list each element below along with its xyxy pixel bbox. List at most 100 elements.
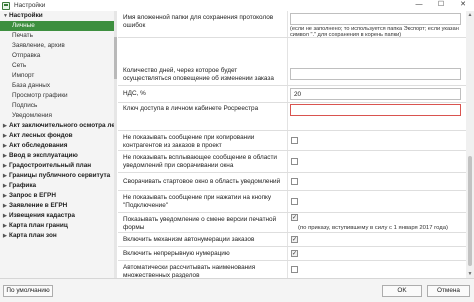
copy-contractors-checkbox[interactable]	[291, 137, 298, 144]
continuous-numbering-checkbox[interactable]: ✓	[291, 250, 298, 257]
settings-scrollbar[interactable]: ▲ ▼	[466, 11, 474, 278]
maximize-icon[interactable]: ☐	[430, 0, 452, 11]
chevron-right-icon[interactable]: ▶	[3, 151, 7, 161]
sidebar-item-label: Извещения кадастра	[9, 212, 75, 219]
setting-row-rosreestr-key: Ключ доступа в личном кабинете Росреестр…	[118, 103, 466, 131]
print-version-checkbox[interactable]: ✓	[291, 214, 298, 221]
sidebar-item[interactable]: Просмотр графики	[0, 91, 116, 101]
setting-label: Не показывать сообщение при копировании …	[123, 134, 255, 149]
auto-sections-checkbox[interactable]	[291, 266, 298, 273]
setting-row-minimize-start: Сворачивать стартовое окно в область уве…	[118, 173, 466, 191]
setting-label: Включить непрерывную нумерацию	[123, 250, 230, 257]
vat-input[interactable]	[290, 88, 461, 100]
sidebar-group[interactable]: ▶ Градостроительный план	[0, 161, 116, 171]
dialog-footer: По умолчанию OK Отмена	[0, 278, 474, 302]
chevron-down-icon[interactable]: ▼	[3, 11, 8, 21]
chevron-right-icon[interactable]: ▶	[3, 211, 7, 221]
sidebar-item-label: Импорт	[12, 72, 35, 79]
notify-days-input[interactable]	[290, 68, 461, 80]
sidebar-group[interactable]: ▶ Запрос в ЕГРН	[0, 191, 116, 201]
sidebar-item-label: Уведомления	[12, 112, 52, 119]
sidebar-group[interactable]: ▶ Заявление в ЕГРН	[0, 201, 116, 211]
minimize-start-checkbox[interactable]	[291, 178, 298, 185]
sidebar-item-label: Акт лесных фондов	[9, 132, 73, 139]
sidebar-item[interactable]: База данных	[0, 81, 116, 91]
chevron-right-icon[interactable]: ▶	[3, 131, 7, 141]
setting-label: НДС, %	[123, 90, 146, 97]
setting-label: Количество дней, через которое будет осу…	[123, 67, 274, 82]
connect-msg-checkbox[interactable]	[291, 198, 298, 205]
minimize-icon[interactable]: —	[408, 0, 430, 11]
sidebar-item-label: Печать	[12, 32, 33, 39]
setting-label: Сворачивать стартовое окно в область уве…	[123, 178, 281, 185]
sidebar-group[interactable]: ▶ Ввод в эксплуатацию	[0, 151, 116, 161]
close-icon[interactable]: ✕	[452, 0, 474, 11]
ok-button[interactable]: OK	[382, 285, 422, 297]
sidebar-group[interactable]: ▶ Карта план зон	[0, 231, 116, 241]
chevron-right-icon[interactable]: ▶	[3, 201, 7, 211]
sidebar-item-label: Акт заключительного осмотра лесосек	[9, 122, 116, 129]
sidebar-scrollbar[interactable]	[114, 11, 117, 278]
chevron-right-icon[interactable]: ▶	[3, 171, 7, 181]
sidebar-item-label: Личные	[12, 22, 35, 29]
sidebar-group[interactable]: ▶ Границы публичного сервитута	[0, 171, 116, 181]
settings-sidebar: ▼ Настройки Личные Печать Заявление, архив От…	[0, 11, 117, 278]
setting-row-connect-msg: Не показывать сообщение при нажатии на к…	[118, 191, 466, 213]
sidebar-item[interactable]: Уведомления	[0, 111, 116, 121]
sidebar-item[interactable]: Подпись	[0, 101, 116, 111]
setting-label: Показывать уведомление о смене версии пе…	[123, 216, 277, 231]
sidebar-group[interactable]: ▶ Акт лесных фондов	[0, 131, 116, 141]
sidebar-group[interactable]: ▶ Извещения кадастра	[0, 211, 116, 221]
setting-label: Не показывать сообщение при нажатии на к…	[123, 194, 272, 209]
sidebar-item-label: Запрос в ЕГРН	[9, 192, 56, 199]
cancel-button[interactable]: Отмена	[427, 285, 470, 297]
scroll-down-icon[interactable]: ▼	[466, 271, 474, 277]
sidebar-item-label: База данных	[12, 82, 51, 89]
sidebar-item-label: Графика	[9, 182, 37, 189]
chevron-right-icon[interactable]: ▶	[3, 191, 7, 201]
sidebar-item[interactable]: Личные	[0, 21, 116, 31]
scroll-up-icon[interactable]: ▲	[466, 12, 474, 18]
sidebar-item-label: Отправка	[12, 52, 41, 59]
rosreestr-key-input[interactable]	[290, 104, 461, 116]
sidebar-group[interactable]: ▶ Карта план границ	[0, 221, 116, 231]
sidebar-list: ▼ Настройки Личные Печать Заявление, архив От…	[0, 11, 116, 241]
sidebar-item-label: Просмотр графики	[12, 92, 68, 99]
settings-panel: Имя вложенной папки для сохранения прото…	[118, 11, 466, 278]
chevron-right-icon[interactable]: ▶	[3, 221, 7, 231]
settings-scroll-thumb[interactable]	[468, 156, 472, 266]
setting-row-auto-sections: Автоматически рассчитывать наименования …	[118, 261, 466, 278]
sidebar-item-label: Подпись	[12, 102, 38, 109]
setting-label: Ключ доступа в личном кабинете Росреестр…	[123, 105, 259, 112]
tray-popup-checkbox[interactable]	[291, 158, 298, 165]
sidebar-item[interactable]: Заявление, архив	[0, 41, 116, 51]
chevron-right-icon[interactable]: ▶	[3, 161, 7, 171]
setting-row-log-folder: Имя вложенной папки для сохранения прото…	[118, 11, 466, 38]
sidebar-item-label: Сеть	[12, 62, 27, 69]
default-button[interactable]: По умолчанию	[3, 285, 53, 297]
app-icon	[2, 1, 10, 10]
chevron-right-icon[interactable]: ▶	[3, 141, 7, 151]
setting-row-notify-days: Количество дней, через которое будет осу…	[118, 64, 466, 86]
setting-label: Не показывать всплывающее сообщение в об…	[123, 154, 277, 169]
sidebar-group[interactable]: ▼ Настройки	[0, 11, 116, 21]
sidebar-item[interactable]: Импорт	[0, 71, 116, 81]
sidebar-item-label: Карта план зон	[9, 232, 57, 239]
sidebar-group[interactable]: ▶ Графика	[0, 181, 116, 191]
sidebar-item-label: Границы публичного сервитута	[9, 172, 111, 179]
chevron-right-icon[interactable]: ▶	[3, 121, 7, 131]
log-folder-input[interactable]	[290, 13, 461, 25]
sidebar-item[interactable]: Отправка	[0, 51, 116, 61]
sidebar-scroll-thumb[interactable]	[114, 37, 117, 79]
sidebar-item-label: Ввод в эксплуатацию	[9, 152, 78, 159]
autonumber-checkbox[interactable]: ✓	[291, 236, 298, 243]
sidebar-item[interactable]: Печать	[0, 31, 116, 41]
chevron-right-icon[interactable]: ▶	[3, 181, 7, 191]
sidebar-group[interactable]: ▶ Акт обследования	[0, 141, 116, 151]
setting-row-copy-contractors: Не показывать сообщение при копировании …	[118, 131, 466, 151]
sidebar-item[interactable]: Сеть	[0, 61, 116, 71]
sidebar-group[interactable]: ▶Акт заключительного осмотра лесосек	[0, 121, 116, 131]
setting-row-print-version: Показывать уведомление о смене версии пе…	[118, 213, 466, 233]
setting-hint: (если не заполнено; то используется папк…	[290, 26, 459, 39]
chevron-right-icon[interactable]: ▶	[3, 231, 7, 241]
